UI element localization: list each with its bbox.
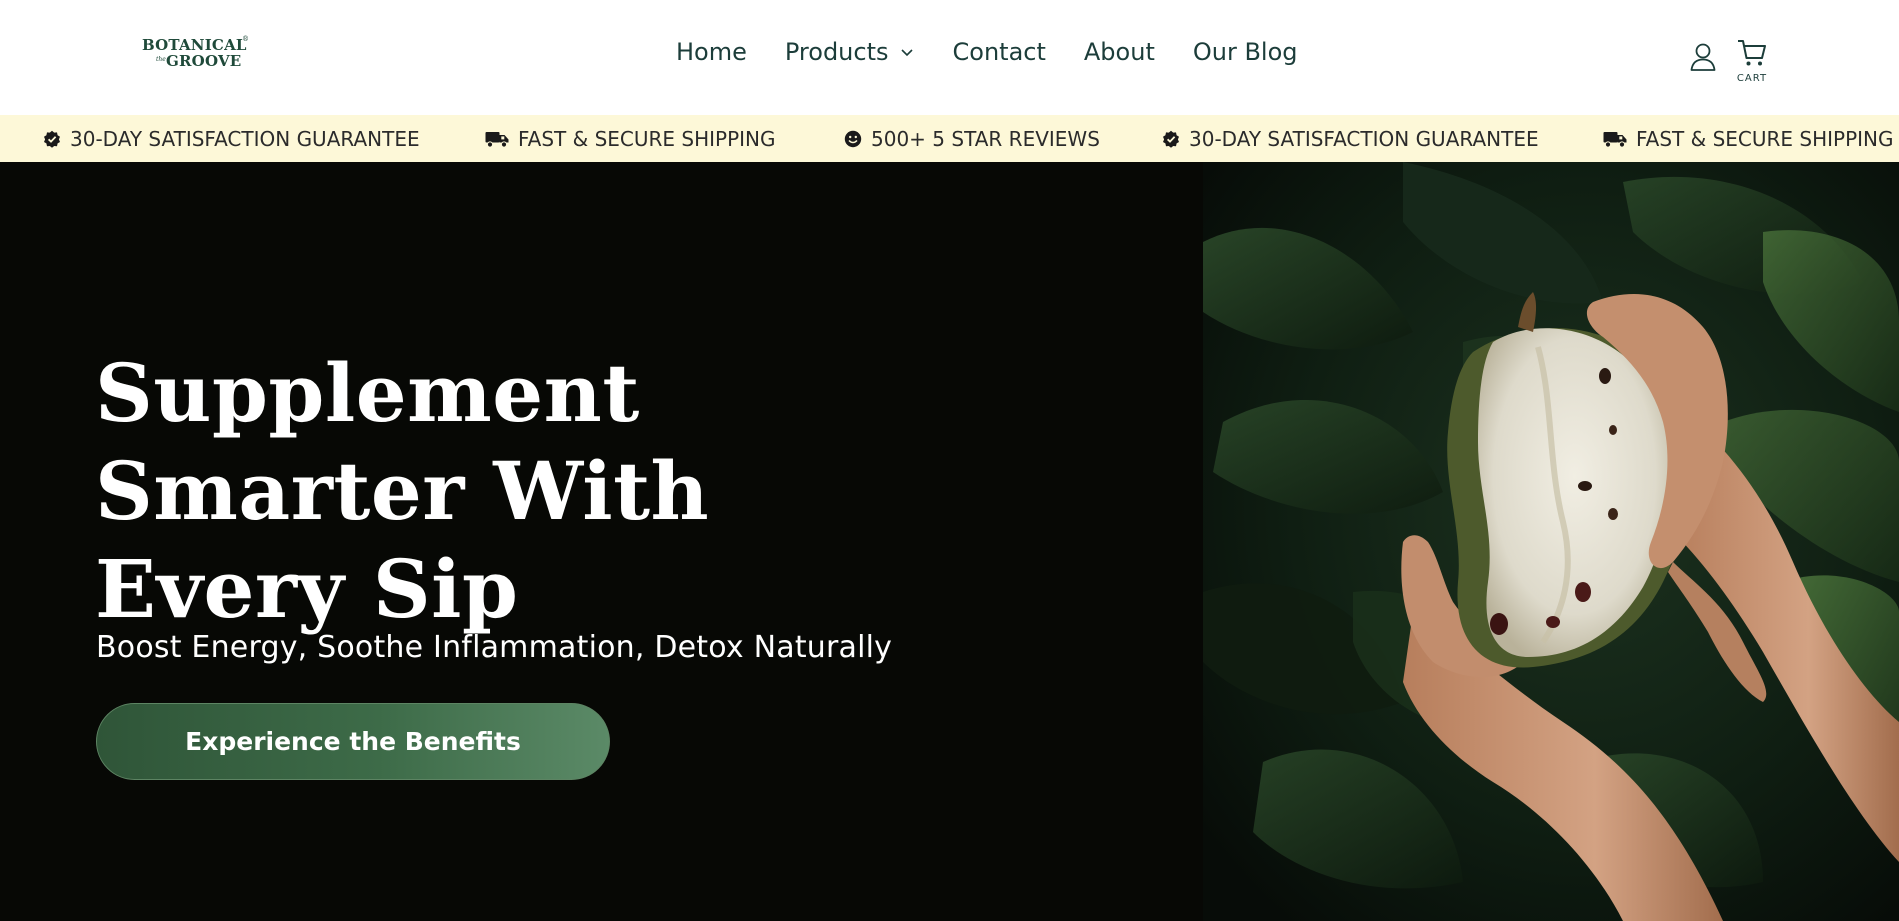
announcement-text: 500+ 5 STAR REVIEWS [871,126,1100,151]
badge-check-icon [44,130,60,148]
account-button[interactable] [1690,42,1716,72]
logo-text-groove: GROOVE [166,52,242,70]
announcement-text: 30-DAY SATISFACTION GUARANTEE [1189,126,1539,151]
chevron-down-icon [900,49,913,57]
hero-illustration [1203,162,1899,921]
logo-registered-mark: ® [242,35,249,43]
announcement-item: FAST & SECURE SHIPPING [485,115,776,162]
hero-content: Supplement Smarter With Every Sip Boost … [0,162,1203,921]
badge-check-icon [1163,130,1179,148]
cart-button[interactable]: CART [1736,38,1768,88]
announcement-item: FAST & SECURE SHIPPING [1603,115,1894,162]
nav-products[interactable]: Products [785,38,915,66]
main-nav: Home Products Contact About Our Blog [676,38,1336,66]
site-header: BOTANICAL ® the GROOVE Home Products Con… [0,0,1899,115]
hero-subheadline: Boost Energy, Soothe Inflammation, Detox… [96,630,893,665]
truck-icon [485,131,509,148]
cart-icon [1738,40,1766,66]
nav-products-label: Products [784,38,889,66]
announcement-item: 500+ 5 STAR REVIEWS [844,115,1100,162]
hero-headline-line: Smarter With [95,444,710,538]
smile-icon [844,130,862,147]
brand-logo[interactable]: BOTANICAL ® the GROOVE [142,35,249,76]
cta-label: Experience the Benefits [185,727,521,756]
nav-home[interactable]: Home [676,38,747,66]
hero-headline-line: Every Sip [95,542,519,636]
nav-blog[interactable]: Our Blog [1193,38,1298,66]
announcement-item: 30-DAY SATISFACTION GUARANTEE [43,115,420,162]
hero-headline: Supplement Smarter With Every Sip [95,344,995,638]
announcement-text: FAST & SECURE SHIPPING [1636,126,1894,151]
announcement-item: 30-DAY SATISFACTION GUARANTEE [1162,115,1539,162]
nav-contact-label: Contact [952,38,1046,66]
user-icon [1690,43,1716,71]
cart-label: CART [1736,73,1768,84]
nav-about[interactable]: About [1084,38,1155,66]
hero-image-soursop [1203,162,1899,921]
announcement-text: FAST & SECURE SHIPPING [518,126,776,151]
nav-blog-label: Our Blog [1192,38,1298,66]
announcement-text: 30-DAY SATISFACTION GUARANTEE [70,126,420,151]
hero-section: Supplement Smarter With Every Sip Boost … [0,162,1899,921]
nav-contact[interactable]: Contact [953,38,1046,66]
truck-icon [1603,131,1627,148]
hero-headline-line: Supplement [95,346,640,440]
announcement-bar: 30-DAY SATISFACTION GUARANTEE FAST & SEC… [0,115,1899,162]
logo-text-the: the [156,56,166,63]
nav-about-label: About [1083,38,1155,66]
experience-benefits-button[interactable]: Experience the Benefits [96,703,610,780]
logo-text-botanical: BOTANICAL [142,36,247,54]
nav-home-label: Home [676,38,747,66]
